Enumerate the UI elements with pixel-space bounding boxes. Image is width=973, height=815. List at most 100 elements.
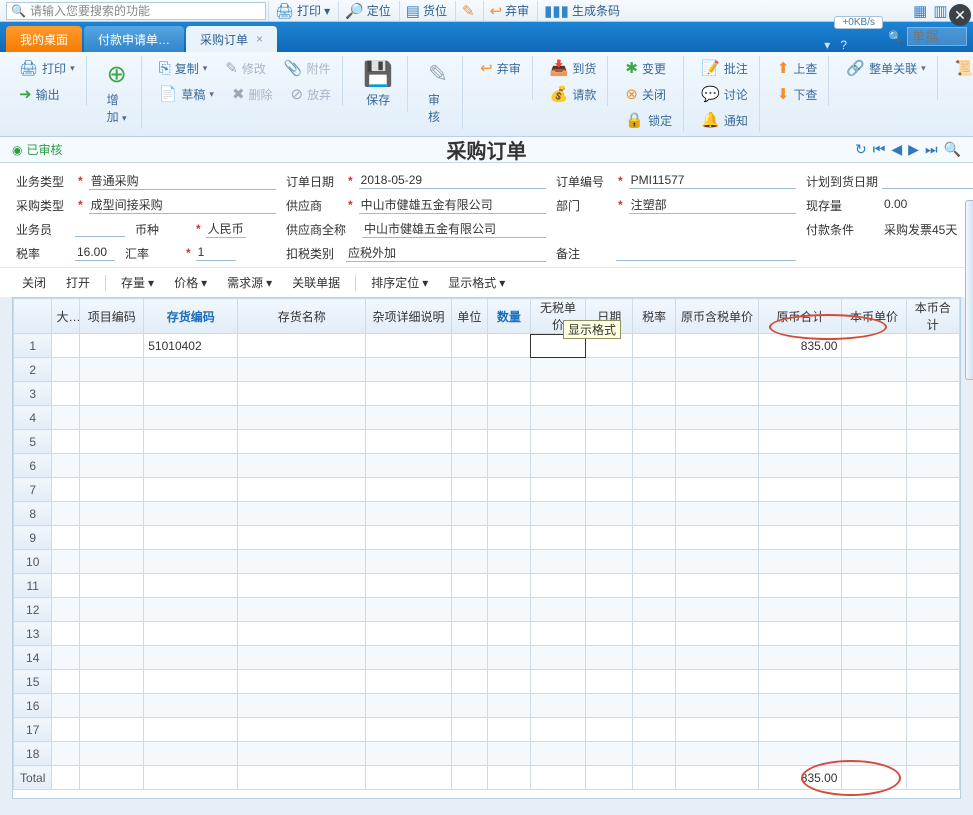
cell-inv[interactable]: [144, 430, 238, 454]
table-row[interactable]: 12: [14, 598, 960, 622]
cell-price[interactable]: [530, 742, 586, 766]
cell-detail[interactable]: [366, 622, 451, 646]
cell-qty[interactable]: [488, 382, 531, 406]
cell-gross[interactable]: [675, 646, 758, 670]
cell-detail[interactable]: [366, 574, 451, 598]
col-project-code[interactable]: 项目编码: [80, 299, 144, 334]
cell-cat[interactable]: [52, 430, 80, 454]
table-row[interactable]: 16: [14, 694, 960, 718]
cell-inv[interactable]: [144, 358, 238, 382]
cell-inv[interactable]: [144, 670, 238, 694]
cell-yptotal[interactable]: [759, 550, 842, 574]
cell-rownum[interactable]: 6: [14, 454, 52, 478]
cell-proj[interactable]: [80, 622, 144, 646]
cell-qty[interactable]: [488, 334, 531, 358]
cell-tax[interactable]: [633, 670, 676, 694]
cell-yptotal[interactable]: [759, 718, 842, 742]
trace-up-button[interactable]: ⬆上查: [772, 56, 823, 80]
cell-tax[interactable]: [633, 502, 676, 526]
cell-price[interactable]: [530, 358, 586, 382]
table-row[interactable]: 4: [14, 406, 960, 430]
cell-detail[interactable]: [366, 358, 451, 382]
cell-cat[interactable]: [52, 550, 80, 574]
cell-name[interactable]: [238, 478, 366, 502]
cell-bbtotal[interactable]: [906, 454, 959, 478]
cell-name[interactable]: [238, 670, 366, 694]
cell-rownum[interactable]: 1: [14, 334, 52, 358]
col-local-total[interactable]: 本币合计: [906, 299, 959, 334]
cell-price[interactable]: [530, 598, 586, 622]
cell-qty[interactable]: [488, 478, 531, 502]
cell-inv[interactable]: [144, 622, 238, 646]
cell-rownum[interactable]: 8: [14, 502, 52, 526]
cell-proj[interactable]: [80, 694, 144, 718]
cell-cat[interactable]: [52, 694, 80, 718]
cell-gross[interactable]: [675, 718, 758, 742]
cell-rownum[interactable]: 3: [14, 382, 52, 406]
cell-bbtotal[interactable]: [906, 622, 959, 646]
sys-barcode-button[interactable]: ▮▮▮生成条码: [537, 1, 626, 21]
draft-button[interactable]: 📄草稿▾: [154, 82, 219, 106]
table-row[interactable]: 14: [14, 646, 960, 670]
cell-cat[interactable]: [52, 406, 80, 430]
cell-rownum[interactable]: 9: [14, 526, 52, 550]
value-plan-date[interactable]: [882, 173, 973, 189]
copy-button[interactable]: ⎘复制▾: [154, 56, 213, 80]
cell-qty[interactable]: [488, 718, 531, 742]
display-format-dropdown[interactable]: 显示格式▾: [440, 272, 513, 293]
cell-qty[interactable]: [488, 526, 531, 550]
cell-price[interactable]: [530, 694, 586, 718]
cell-proj[interactable]: [80, 598, 144, 622]
cell-gross[interactable]: [675, 478, 758, 502]
value-currency[interactable]: 人民币: [206, 220, 246, 238]
value-biz-type[interactable]: 普通采购: [89, 172, 276, 190]
cell-yptotal[interactable]: 835.00: [759, 334, 842, 358]
cell-qty[interactable]: [488, 742, 531, 766]
col-inventory-name[interactable]: 存货名称: [238, 299, 366, 334]
value-clerk[interactable]: [75, 221, 125, 237]
cell-detail[interactable]: [366, 670, 451, 694]
cell-qty[interactable]: [488, 502, 531, 526]
sys-print-button[interactable]: 🖨打印▾: [268, 1, 336, 21]
cell-price[interactable]: [530, 550, 586, 574]
cell-tax[interactable]: [633, 478, 676, 502]
value-tax-rate[interactable]: 16.00: [75, 245, 115, 261]
value-order-date[interactable]: 2018-05-29: [359, 173, 546, 189]
cell-name[interactable]: [238, 454, 366, 478]
cell-bbprice[interactable]: [842, 454, 906, 478]
cell-yptotal[interactable]: [759, 574, 842, 598]
cell-detail[interactable]: [366, 742, 451, 766]
cell-unit[interactable]: [451, 550, 487, 574]
cell-inv[interactable]: [144, 406, 238, 430]
cell-inv[interactable]: [144, 598, 238, 622]
cell-detail[interactable]: [366, 454, 451, 478]
cell-inv[interactable]: [144, 646, 238, 670]
cell-price[interactable]: [530, 646, 586, 670]
cell-date[interactable]: [586, 646, 633, 670]
cell-inv[interactable]: [144, 718, 238, 742]
sys-edit-button[interactable]: ✎: [455, 1, 481, 21]
notify-button[interactable]: 🔔通知: [696, 108, 753, 132]
col-category[interactable]: 大…: [52, 299, 80, 334]
cell-date[interactable]: [586, 622, 633, 646]
cell-bbprice[interactable]: [842, 694, 906, 718]
discuss-button[interactable]: 💬讨论: [696, 82, 753, 106]
cell-rownum[interactable]: 18: [14, 742, 52, 766]
cell-bbprice[interactable]: [842, 550, 906, 574]
cell-bbtotal[interactable]: [906, 598, 959, 622]
cell-bbprice[interactable]: [842, 622, 906, 646]
cell-rownum[interactable]: 13: [14, 622, 52, 646]
trace-down-button[interactable]: ⬇下查: [772, 82, 823, 106]
cell-unit[interactable]: [451, 646, 487, 670]
cell-bbtotal[interactable]: [906, 502, 959, 526]
table-row[interactable]: 3: [14, 382, 960, 406]
cell-name[interactable]: [238, 694, 366, 718]
cell-yptotal[interactable]: [759, 742, 842, 766]
grid-close-button[interactable]: 关闭: [14, 272, 54, 293]
cell-inv[interactable]: [144, 550, 238, 574]
cell-price[interactable]: [530, 574, 586, 598]
cell-cat[interactable]: [52, 502, 80, 526]
reject-button[interactable]: ↩弃审: [475, 56, 526, 80]
side-panel-handle[interactable]: [965, 200, 973, 380]
cell-price[interactable]: [530, 526, 586, 550]
